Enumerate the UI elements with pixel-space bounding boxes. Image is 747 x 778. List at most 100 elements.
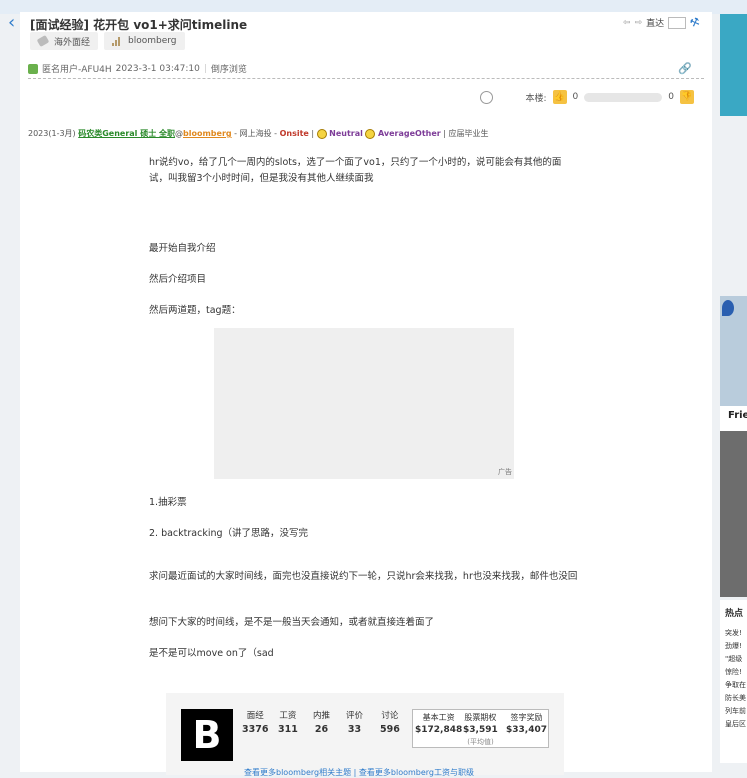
- neutral-face-icon: [316, 128, 327, 139]
- news-item[interactable]: 突发!: [725, 627, 747, 640]
- post-paragraph: hr说约vo，给了几个一周内的slots，选了一个面了vo1，只约了一个小时的，…: [149, 157, 562, 184]
- up-count: 0: [572, 92, 579, 102]
- map-card[interactable]: Frie: [720, 296, 747, 431]
- post-meta: 匿名用户-AFU4H 2023-3-1 03:47:10 | 倒序浏览: [28, 62, 247, 75]
- news-item[interactable]: 防长美: [725, 692, 747, 705]
- stat-label: 内推: [313, 711, 331, 721]
- paperclip-icon[interactable]: 🔗: [678, 62, 692, 75]
- salary-stock: 股票期权 $3,591: [463, 712, 498, 735]
- post-time: 2023-3-1 03:47:10: [115, 63, 200, 74]
- stat-value: 311: [278, 724, 298, 735]
- down-count: 0: [668, 92, 674, 102]
- prev-thread-icon[interactable]: ⇦: [623, 18, 631, 28]
- post-attribution: 2023(1-3月) 码农类General 硕士 全职@bloomberg - …: [28, 128, 489, 139]
- stat-value: 3376: [242, 724, 269, 735]
- stat-discussion[interactable]: 讨论 596: [380, 709, 400, 735]
- bar-chart-icon: [112, 36, 122, 46]
- news-item[interactable]: "超级: [725, 653, 747, 666]
- thread-panel: [面试经验] 花开包 vo1+求问timeline 海外面经 bloomberg…: [20, 12, 712, 777]
- stat-label: 讨论: [381, 711, 399, 721]
- sidebar-ad[interactable]: [720, 431, 747, 597]
- hot-news: 热点 突发! 劲爆! "超级 惊险! 争取在 防长美 列车前 皇后区: [720, 600, 747, 763]
- stat-value: 33: [347, 724, 362, 735]
- map-pin-icon: [722, 300, 734, 316]
- stat-label: 评价: [346, 711, 364, 721]
- salary-label: 股票期权: [464, 713, 497, 722]
- salary-base: 基本工资 $172,848: [415, 712, 462, 735]
- stat-interviews[interactable]: 面经 3376: [242, 709, 268, 735]
- news-item[interactable]: 惊险!: [725, 666, 747, 679]
- attr-at: @: [175, 129, 183, 138]
- ad-label: 广告: [498, 468, 512, 476]
- post-paragraph: 2. backtracking（讲了思路，没写完: [149, 528, 309, 539]
- tag-icon: [36, 35, 50, 47]
- salary-bonus: 签字奖励 $33,407: [506, 712, 547, 735]
- salary-label: 基本工资: [422, 713, 455, 722]
- map-image: [720, 296, 747, 406]
- news-item[interactable]: 劲爆!: [725, 640, 747, 653]
- thread-nav: ⇦ ⇨ 直达 ⚒: [623, 15, 702, 31]
- news-item[interactable]: 列车前: [725, 705, 747, 718]
- stat-referral[interactable]: 内推 26: [313, 709, 330, 735]
- salary-value: $172,848: [415, 725, 463, 735]
- company-links[interactable]: 查看更多bloomberg相关主题 | 查看更多bloomberg工资与职级: [244, 767, 474, 778]
- attr-sep: |: [308, 129, 317, 138]
- goto-input[interactable]: [668, 16, 687, 29]
- post-paragraph: 想问下大家的时间线，是不是一般当天会通知，或者就直接连着面了: [149, 617, 435, 628]
- tag-overseas[interactable]: 海外面经: [30, 32, 99, 50]
- tag-bloomberg[interactable]: bloomberg: [104, 32, 185, 50]
- attr-company[interactable]: bloomberg: [183, 129, 232, 138]
- attr-date: 2023(1-3月): [28, 129, 76, 138]
- author-name[interactable]: 匿名用户-AFU4H: [42, 62, 112, 75]
- advertisement[interactable]: 广告: [214, 328, 514, 479]
- stat-label: 工资: [279, 711, 297, 721]
- stat-value: 26: [314, 724, 329, 735]
- vote-label: 本楼:: [525, 93, 547, 104]
- stat-salary[interactable]: 工资 311: [278, 709, 298, 735]
- salary-value: $3,591: [463, 725, 498, 735]
- attr-channel: - 网上海投 -: [231, 129, 280, 138]
- bloomberg-logo[interactable]: B: [181, 709, 233, 761]
- wrench-icon[interactable]: ⚒: [688, 15, 702, 31]
- post-paragraph: 是不是可以move on了（sad: [149, 648, 274, 659]
- post-paragraph: 1.抽彩票: [149, 497, 187, 508]
- divider: |: [203, 63, 207, 74]
- attr-stage: Onsite: [279, 129, 309, 138]
- hot-news-title: 热点: [725, 609, 744, 619]
- stat-reviews[interactable]: 评价 33: [346, 709, 363, 735]
- attr-tail: | 应届毕业生: [440, 129, 489, 138]
- right-sidebar: 以T预测 Frie 热点 突发! 劲爆! "超级 惊险! 争取在 防长美 列车前…: [720, 0, 747, 763]
- news-item[interactable]: 争取在: [725, 679, 747, 692]
- vote-bar: 本楼: 👍 0 0 👎: [480, 90, 694, 104]
- post-paragraph: 求问最近面试的大家时间线，面完也没直接说约下一轮，只说hr会来找我，hr也没来找…: [149, 571, 578, 582]
- salary-label: 签字奖励: [510, 713, 543, 722]
- next-thread-icon[interactable]: ⇨: [635, 18, 643, 28]
- post-paragraph: 然后介绍项目: [149, 274, 207, 285]
- tag-label: bloomberg: [128, 36, 177, 46]
- promo-banner[interactable]: 以T预测: [720, 14, 747, 116]
- attr-other: AverageOther: [377, 129, 441, 138]
- stat-label: 面经: [246, 711, 264, 721]
- post-paragraph: 然后两道题，tag题：: [149, 305, 241, 316]
- vote-progress: [584, 92, 663, 102]
- thumbs-down-icon[interactable]: 👎: [680, 90, 694, 104]
- reverse-order-link[interactable]: 倒序浏览: [211, 62, 247, 75]
- user-icon: [28, 63, 38, 74]
- salary-value: $33,407: [506, 725, 547, 735]
- goto-label: 直达: [646, 19, 665, 29]
- stat-value: 596: [380, 724, 400, 735]
- neutral-face-icon: [365, 128, 376, 139]
- attr-neutral: Neutral: [329, 129, 363, 138]
- map-card-title: Frie: [728, 410, 747, 421]
- thumbs-up-icon[interactable]: 👍: [552, 90, 567, 104]
- refresh-icon[interactable]: [480, 90, 494, 104]
- news-item[interactable]: 皇后区: [725, 718, 747, 731]
- average-note: (平均值): [467, 738, 494, 746]
- salary-box[interactable]: 基本工资 $172,848 股票期权 $3,591 签字奖励 $33,407 (平均值…: [412, 709, 549, 748]
- thread-tags: 海外面经 bloomberg: [30, 32, 185, 50]
- thread-title[interactable]: [面试经验] 花开包 vo1+求问timeline: [30, 16, 247, 33]
- tag-label: 海外面经: [54, 37, 91, 48]
- dotted-divider: [28, 78, 704, 79]
- post-paragraph: 最开始自我介绍: [149, 243, 216, 254]
- attr-role[interactable]: 码农类General 硕士 全职: [78, 129, 175, 138]
